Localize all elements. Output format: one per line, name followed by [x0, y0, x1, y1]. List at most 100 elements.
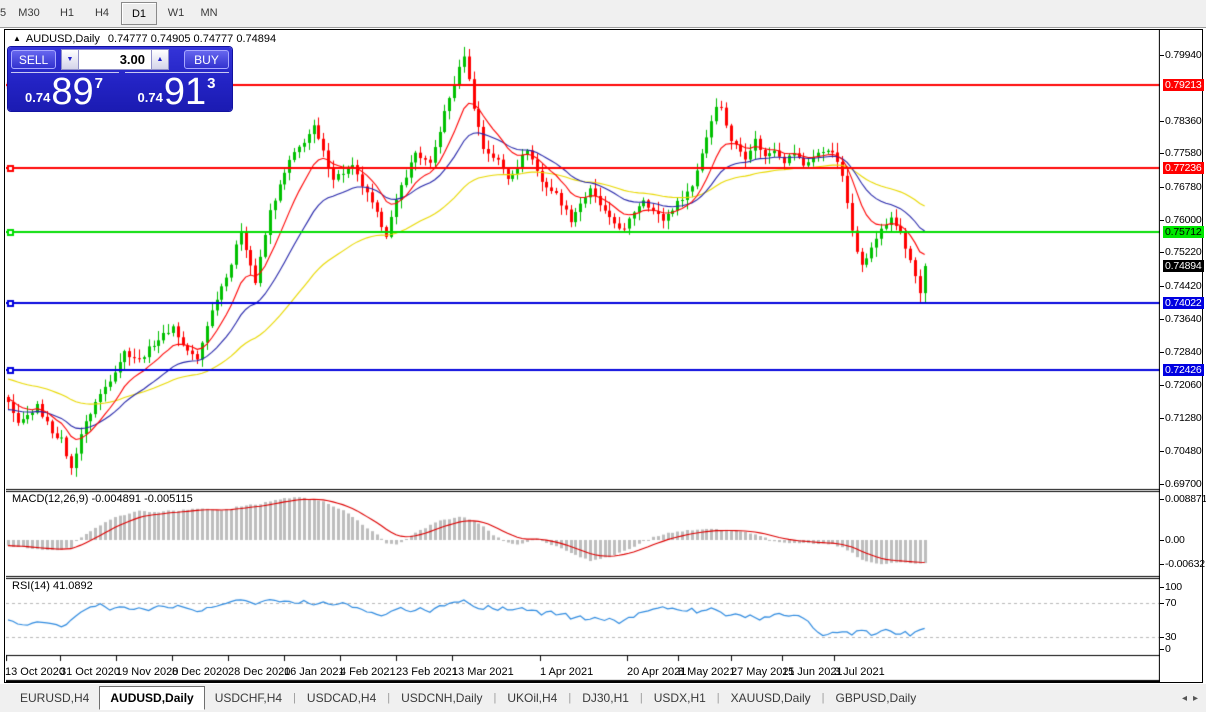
- price-tick-label: 0.75220: [1165, 246, 1202, 258]
- axis-tick: [1160, 484, 1164, 485]
- date-label: 4 Feb 2021: [340, 666, 396, 678]
- tab-separator: |: [639, 692, 643, 704]
- date-label: 19 Nov 2020: [116, 666, 179, 678]
- price-level-label: 0.79213: [1163, 79, 1204, 91]
- macd-indicator-label: MACD(12,26,9) -0.004891 -0.005115: [12, 493, 193, 505]
- collapse-panel-icon[interactable]: ▲: [13, 34, 21, 43]
- tab-dj30-h1[interactable]: DJ30,H1: [572, 687, 639, 709]
- date-label: 13 Mar 2021: [452, 666, 514, 678]
- date-label: 28 Dec 2020: [228, 666, 291, 678]
- tab-separator: |: [387, 692, 391, 704]
- price-tick-label: 0.76780: [1165, 181, 1202, 193]
- axis-tick: [1160, 418, 1164, 419]
- volume-decrease-button[interactable]: ▼: [61, 49, 79, 70]
- sell-button[interactable]: SELL: [11, 50, 56, 69]
- timeframe-button-mn[interactable]: MN: [192, 2, 226, 23]
- date-label: 8 May 2021: [678, 666, 736, 678]
- one-click-trade-panel: SELL ▼ ▲ BUY 0.74 89 7 0.74 91 3: [8, 47, 232, 111]
- axis-tick: [1160, 286, 1164, 287]
- price-level-label: 0.75712: [1163, 226, 1204, 238]
- tab-audusd-daily[interactable]: AUDUSD,Daily: [99, 686, 205, 710]
- axis-tick: [1160, 252, 1164, 253]
- tab-separator: |: [568, 692, 572, 704]
- axis-tick: [1160, 121, 1164, 122]
- buy-button[interactable]: BUY: [184, 50, 229, 69]
- rsi-tick-label: 70: [1165, 597, 1177, 609]
- macd-tick-label: 0.008871: [1165, 493, 1206, 505]
- date-label: 1 Apr 2021: [540, 666, 594, 678]
- axis-tick: [1160, 451, 1164, 452]
- price-tick-label: 0.72840: [1165, 346, 1202, 358]
- rsi-tick-label: 0: [1165, 643, 1171, 655]
- timeframe-button-m30[interactable]: M30: [12, 2, 46, 23]
- sell-price-big: 89: [51, 70, 94, 113]
- price-tick-label: 0.69700: [1165, 478, 1202, 490]
- axis-tick: [1160, 603, 1164, 604]
- price-tick-label: 0.74420: [1165, 280, 1202, 292]
- axis-tick: [1160, 540, 1164, 541]
- tab-usdcnh-daily[interactable]: USDCNH,Daily: [391, 687, 492, 709]
- rsi-tick-label: 30: [1165, 631, 1177, 643]
- price-level-label: 0.74894: [1163, 260, 1204, 272]
- macd-tick-label: 0.00: [1165, 534, 1185, 546]
- chart-ohlc-values: 0.74777 0.74905 0.74777 0.74894: [107, 33, 277, 45]
- axis-tick: [1160, 55, 1164, 56]
- sell-price-prefix: 0.74: [25, 90, 51, 105]
- tab-scroll-left-icon[interactable]: ◂: [1182, 693, 1187, 704]
- tab-scroll-right-icon[interactable]: ▸: [1193, 693, 1198, 704]
- axis-tick: [1160, 385, 1164, 386]
- date-label: 31 Oct 2020: [60, 666, 120, 678]
- chart-header: ▲ AUDUSD,Daily 0.74777 0.74905 0.74777 0.7…: [13, 33, 276, 45]
- sell-price-sup: 7: [94, 75, 103, 92]
- date-label: 13 Oct 2020: [5, 666, 65, 678]
- tab-usdcad-h4[interactable]: USDCAD,H4: [297, 687, 386, 709]
- buy-price-sup: 3: [207, 75, 216, 92]
- tab-separator: |: [821, 692, 825, 704]
- tab-eurusd-h4[interactable]: EURUSD,H4: [10, 687, 99, 709]
- timeframe-toolbar: 5 M30 H1 H4 D1 W1 MN: [0, 0, 1206, 28]
- axis-tick: [1160, 153, 1164, 154]
- timeframe-button-h1[interactable]: H1: [50, 2, 84, 23]
- mt4-terminal: 5 M30 H1 H4 D1 W1 MN ▲ AUDUSD,Daily 0.74777 0.74…: [0, 0, 1206, 712]
- tab-scroll-arrows: ◂ ▸: [1182, 693, 1198, 704]
- date-label: 3 Jul 2021: [834, 666, 885, 678]
- price-tick-label: 0.71280: [1165, 412, 1202, 424]
- timeframe-button-w1[interactable]: W1: [159, 2, 193, 23]
- date-label: 23 Feb 2021: [396, 666, 458, 678]
- price-tick-label: 0.78360: [1165, 115, 1202, 127]
- axis-tick: [1160, 187, 1164, 188]
- price-tick-label: 0.77580: [1165, 147, 1202, 159]
- chart-tab-bar: EURUSD,H4 AUDUSD,Daily USDCHF,H4 | USDCAD,H4…: [0, 684, 1206, 712]
- tab-separator: |: [716, 692, 720, 704]
- sell-price[interactable]: 0.74 89 7: [8, 70, 120, 113]
- spinner-up-icon: ▲: [156, 56, 164, 63]
- price-level-label: 0.74022: [1163, 297, 1204, 309]
- volume-increase-button[interactable]: ▲: [151, 49, 169, 70]
- tab-separator: |: [493, 692, 497, 704]
- date-label: 16 Jan 2021: [284, 666, 345, 678]
- tab-ukoil-h4[interactable]: UKOil,H4: [497, 687, 567, 709]
- tab-usdchf-h4[interactable]: USDCHF,H4: [205, 687, 292, 709]
- tab-separator: |: [293, 692, 296, 704]
- price-chart-canvas[interactable]: [6, 30, 1160, 682]
- price-tick-label: 0.70480: [1165, 445, 1202, 457]
- volume-input[interactable]: [79, 49, 151, 70]
- axis-tick: [1160, 587, 1164, 588]
- axis-tick: [1160, 220, 1164, 221]
- rsi-tick-label: 100: [1165, 581, 1182, 593]
- price-tick-label: 0.72060: [1165, 379, 1202, 391]
- tab-xauusd-daily[interactable]: XAUUSD,Daily: [721, 687, 821, 709]
- axis-tick: [1160, 499, 1164, 500]
- buy-price[interactable]: 0.74 91 3: [121, 70, 232, 113]
- axis-tick: [1160, 637, 1164, 638]
- rsi-indicator-label: RSI(14) 41.0892: [12, 580, 93, 592]
- tab-gbpusd-daily[interactable]: GBPUSD,Daily: [826, 687, 927, 709]
- timeframe-button-d1[interactable]: D1: [121, 2, 157, 25]
- tab-usdx-h1[interactable]: USDX,H1: [644, 687, 716, 709]
- price-tick-label: 0.76000: [1165, 214, 1202, 226]
- buy-price-big: 91: [163, 70, 207, 113]
- buy-price-prefix: 0.74: [137, 90, 163, 105]
- timeframe-button-h4[interactable]: H4: [85, 2, 119, 23]
- price-level-label: 0.77236: [1163, 162, 1204, 174]
- axis-tick: [1160, 319, 1164, 320]
